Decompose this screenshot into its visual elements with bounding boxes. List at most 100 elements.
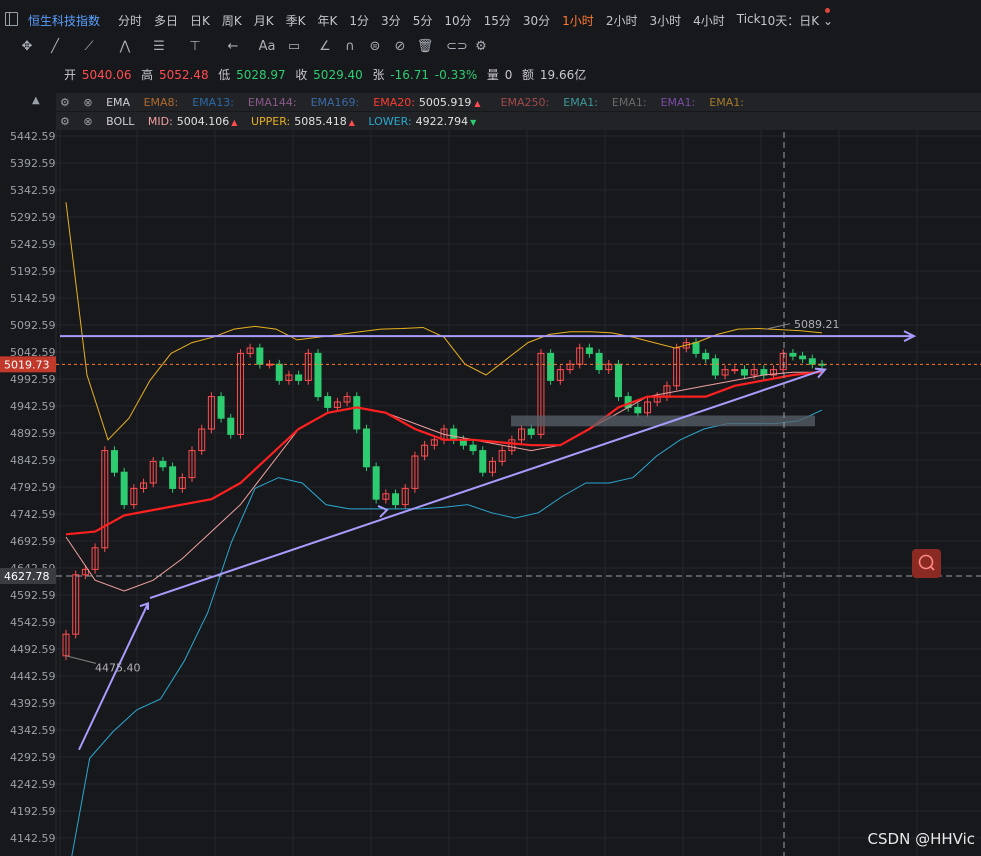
candle-body	[634, 406, 642, 414]
candle-body	[217, 396, 225, 419]
y-tick-label: 4192.59	[10, 805, 56, 818]
boll-mid-label: MID:	[147, 115, 173, 128]
y-tick-label: 4592.59	[10, 589, 56, 602]
y-tick-label: 4242.59	[10, 778, 56, 791]
boll-mid-value: 5004.106	[176, 115, 230, 128]
y-tick-label: 5242.59	[10, 238, 56, 251]
boll-lower-line	[71, 409, 823, 856]
y-tick-label: 4992.59	[10, 373, 56, 386]
candle-body	[585, 347, 593, 354]
y-tick-label: 5392.59	[10, 157, 56, 170]
y-tick-label: 4442.59	[10, 670, 56, 683]
candle-body	[159, 460, 167, 468]
ema-item: EMA169:	[311, 96, 364, 109]
y-tick-label: 4492.59	[10, 643, 56, 656]
candle-body	[275, 363, 283, 381]
y-tick-label: 4342.59	[10, 724, 56, 737]
y-tick-label: 4742.59	[10, 508, 56, 521]
boll-upper-line	[65, 202, 823, 441]
boll-settings-icon[interactable]: ⚙	[60, 115, 70, 128]
candle-body	[614, 363, 622, 398]
y-tick-label: 4892.59	[10, 427, 56, 440]
ema-item-label: EMA1:	[660, 96, 696, 109]
up-arrow-icon: ▲	[348, 118, 355, 127]
ema20-line	[65, 370, 823, 536]
ema-indicator-row: ⚙ ⊗ EMA EMA8: EMA13: EMA144: EMA169: EMA20: 5…	[60, 96, 758, 114]
ema-item-value: 5005.919	[418, 96, 472, 109]
candle-body	[479, 450, 487, 473]
ema-settings-icon[interactable]: ⚙	[60, 96, 70, 109]
candle-body	[740, 369, 748, 376]
ema-item-label: EMA169:	[310, 96, 360, 109]
search-button[interactable]	[912, 549, 941, 578]
y-tick-label: 4542.59	[10, 616, 56, 629]
y-tick-label: 5192.59	[10, 265, 56, 278]
candle-body	[256, 347, 264, 365]
candle-body	[547, 352, 555, 381]
boll-name: BOLL	[106, 115, 135, 128]
candle-body	[372, 466, 380, 500]
trend-line	[149, 368, 825, 599]
boll-upper-label: UPPER:	[250, 115, 291, 128]
crosshair-price-label: 4627.78	[4, 570, 50, 583]
candle-body	[731, 369, 739, 372]
candle-body	[789, 352, 797, 357]
candle-body	[702, 352, 710, 360]
ema-item: EMA1:	[612, 96, 651, 109]
boll-lower-value: 4922.794	[415, 115, 469, 128]
candle-body	[808, 358, 816, 365]
arrow-head	[377, 505, 389, 518]
candle-body	[314, 352, 322, 398]
boll-upper-value: 5085.418	[294, 115, 347, 128]
ema-item: EMA20: 5005.919 ▲	[373, 96, 490, 109]
y-tick-label: 5292.59	[10, 211, 56, 224]
low-annotation: 4475.40	[95, 661, 141, 674]
candle-body	[227, 417, 235, 435]
collapse-icon[interactable]: ▲	[32, 95, 44, 107]
candle-body	[169, 466, 177, 489]
y-tick-label: 4392.59	[10, 697, 56, 710]
ema-item: EMA13:	[192, 96, 238, 109]
ema-item: EMA1:	[709, 96, 748, 109]
ema-item-label: EMA144:	[247, 96, 297, 109]
boll-lower-label: LOWER:	[368, 115, 412, 128]
candle-body	[362, 428, 370, 468]
y-tick-label: 5342.59	[10, 184, 56, 197]
ema-item: EMA1:	[563, 96, 602, 109]
y-tick-label: 5442.59	[10, 130, 56, 143]
ema-item-label: EMA250:	[500, 96, 550, 109]
y-tick-label: 4792.59	[10, 481, 56, 494]
y-tick-label: 5142.59	[10, 292, 56, 305]
down-arrow-icon: ▼	[470, 118, 477, 127]
candle-body	[760, 369, 768, 376]
candle-body	[110, 450, 118, 473]
candle-body	[711, 358, 719, 376]
y-tick-label: 4842.59	[10, 454, 56, 467]
ema-item-label: EMA1:	[563, 96, 598, 109]
ema-item-label: EMA13:	[192, 96, 234, 109]
ema-item: EMA1:	[661, 96, 700, 109]
ema-item: EMA144:	[248, 96, 301, 109]
current-price-label: 5019.73	[4, 358, 50, 371]
y-tick-label: 4942.59	[10, 400, 56, 413]
candle-body	[595, 352, 603, 371]
candle-body	[120, 471, 128, 506]
annotation-leader	[65, 655, 97, 664]
up-arrow-icon: ▲	[474, 99, 481, 108]
ema-close-icon[interactable]: ⊗	[83, 96, 92, 109]
boll-close-icon[interactable]: ⊗	[83, 115, 92, 128]
candle-body	[392, 493, 400, 506]
ema-name: EMA	[106, 96, 131, 109]
candle-body	[469, 444, 477, 452]
y-tick-label: 5092.59	[10, 319, 56, 332]
up-arrow-icon: ▲	[231, 118, 238, 127]
ema-item-label: EMA1:	[611, 96, 647, 109]
candle-body	[324, 396, 332, 408]
candle-body	[295, 374, 303, 381]
up-arrow-line	[78, 602, 149, 751]
y-tick-label: 4142.59	[10, 832, 56, 845]
candle-body	[450, 428, 458, 441]
ema-item: EMA250:	[501, 96, 554, 109]
candle-body	[527, 428, 535, 435]
candle-body	[353, 396, 361, 430]
